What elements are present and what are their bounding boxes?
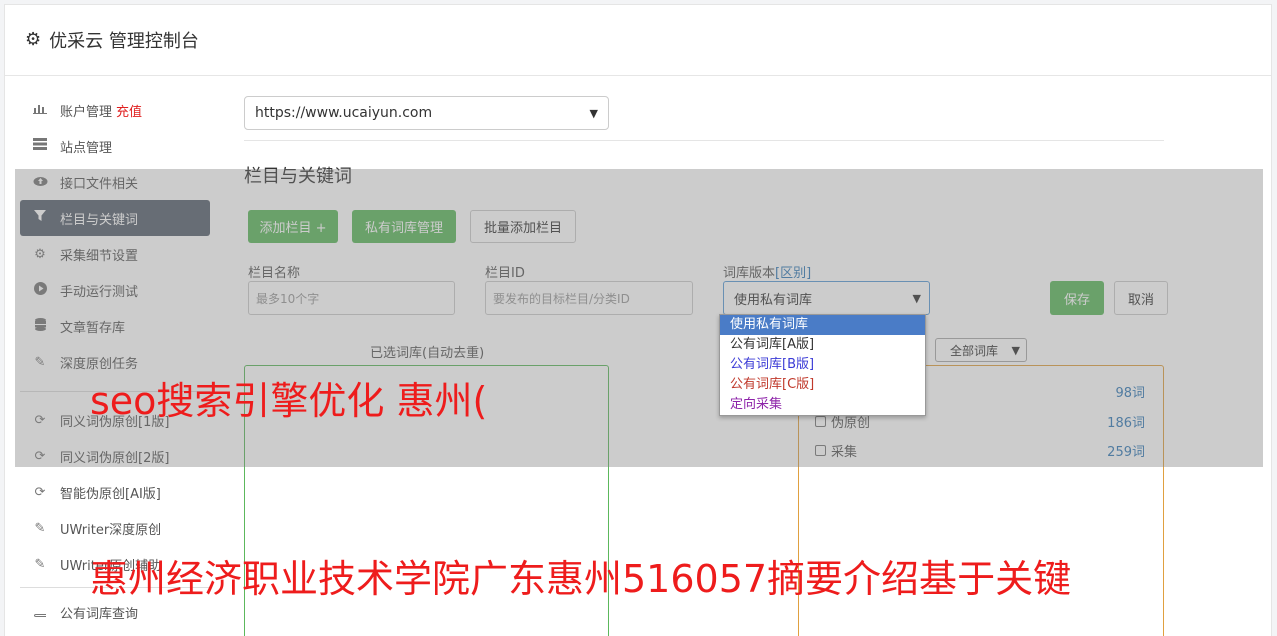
sidebar-item-label: 公有词库查询 <box>60 606 139 622</box>
dropdown-option-public-b[interactable]: 公有词库[B版] <box>720 355 925 375</box>
sidebar-item-ai-rewrite[interactable]: ⟳ 智能伪原创[AI版] <box>20 474 210 510</box>
dropdown-option-public-a[interactable]: 公有词库[A版] <box>720 335 925 355</box>
recharge-link[interactable]: 充值 <box>116 101 142 120</box>
sidebar-item-label: UWriter深度原创 <box>60 522 162 538</box>
chevron-down-icon: ▼ <box>589 106 598 120</box>
book-icon <box>32 603 48 621</box>
dropdown-option-public-c[interactable]: 公有词库[C版] <box>720 375 925 395</box>
watermark-text-1: seo搜索引擎优化 惠州( <box>90 379 488 423</box>
watermark-text-2: 惠州经济职业技术学院广东惠州516057摘要介绍基于关键 <box>90 557 1072 601</box>
sidebar-item-account[interactable]: 账户管理 充值 <box>20 92 210 128</box>
sidebar-item-label: 账户管理 <box>60 104 113 120</box>
dropdown-option-directed[interactable]: 定向采集 <box>720 395 925 415</box>
edit-icon: ✎ <box>34 556 46 572</box>
sidebar-item-sites[interactable]: 站点管理 <box>20 128 210 164</box>
sidebar-item-uwriter-deep[interactable]: ✎ UWriter深度原创 <box>20 510 210 546</box>
site-select[interactable]: https://www.ucaiyun.com ▼ <box>244 96 609 130</box>
main-content: https://www.ucaiyun.com ▼ 栏目与关键词 <box>244 96 1164 187</box>
console-header: ⚙ 优采云 管理控制台 <box>5 5 1271 76</box>
gear-icon: ⚙ <box>25 29 42 50</box>
server-icon <box>32 138 48 154</box>
dropdown-option-private[interactable]: 使用私有词库 <box>720 315 925 335</box>
refresh-icon: ⟳ <box>34 484 46 500</box>
bar-chart-icon <box>32 102 48 118</box>
site-select-value: https://www.ucaiyun.com <box>255 105 433 121</box>
divider <box>244 140 1164 141</box>
sidebar-item-label: 智能伪原创[AI版] <box>60 486 161 502</box>
lib-version-dropdown: 使用私有词库 公有词库[A版] 公有词库[B版] 公有词库[C版] 定向采集 <box>719 314 926 416</box>
console-title: 优采云 管理控制台 <box>49 31 199 52</box>
edit-icon: ✎ <box>34 520 46 536</box>
sidebar-item-label: 站点管理 <box>60 140 113 156</box>
